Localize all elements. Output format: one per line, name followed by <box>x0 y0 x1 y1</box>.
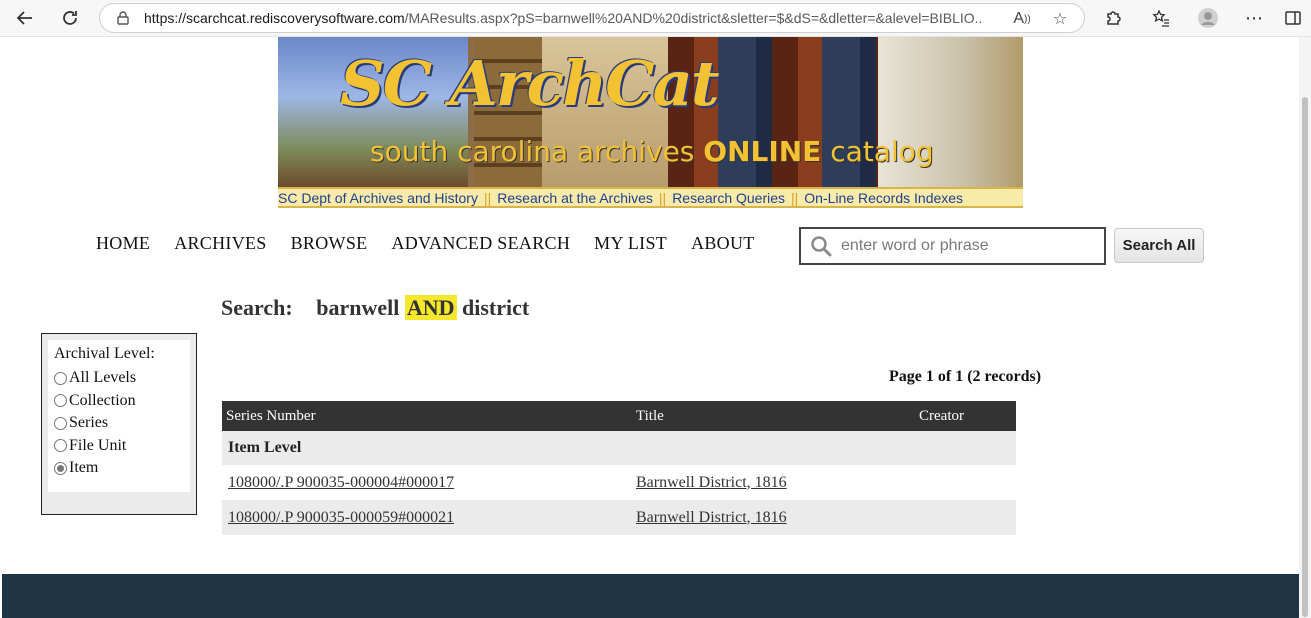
search-heading: Search: barnwell AND district <box>221 295 530 320</box>
favorite-star-icon[interactable]: ☆ <box>1048 7 1072 31</box>
radio-icon[interactable] <box>54 371 67 385</box>
favorites-list-icon[interactable] <box>1146 4 1176 32</box>
radio-icon[interactable] <box>54 394 67 408</box>
filter-option-file-unit[interactable]: File Unit <box>54 435 184 458</box>
filter-option-collection[interactable]: Collection <box>54 390 184 413</box>
series-number-link[interactable]: 108000/.P 900035-000004#000017 <box>228 474 454 491</box>
nav-my-list[interactable]: MY LIST <box>594 233 667 254</box>
search-icon <box>809 234 833 258</box>
search-all-button[interactable]: Search All <box>1114 228 1204 263</box>
link-sc-dept-archives[interactable]: SC Dept of Archives and History <box>278 190 478 206</box>
lock-icon[interactable] <box>116 11 130 25</box>
nav-about[interactable]: ABOUT <box>691 233 755 254</box>
more-menu-icon[interactable]: ⋯ <box>1239 4 1269 32</box>
filter-option-series[interactable]: Series <box>54 412 184 435</box>
site-logo: SC ArchCat <box>340 47 719 120</box>
scrollbar-thumb[interactable] <box>1302 97 1308 617</box>
page-content: SC ArchCat south carolina archives ONLIN… <box>2 37 1299 618</box>
profile-avatar-icon[interactable] <box>1193 4 1223 32</box>
radio-icon[interactable] <box>54 416 67 430</box>
page-scrollbar[interactable] <box>1299 37 1311 618</box>
extensions-icon[interactable] <box>1098 4 1128 32</box>
filter-option-all-levels[interactable]: All Levels <box>54 367 184 390</box>
copilot-icon[interactable] <box>1278 4 1308 32</box>
browser-toolbar: https://scarchcat.rediscoverysoftware.co… <box>0 0 1311 37</box>
read-aloud-icon[interactable]: A)) <box>1010 7 1034 31</box>
search-box <box>799 227 1106 265</box>
search-operator-highlight: AND <box>404 295 457 320</box>
archival-level-filter: Archival Level: All Levels Collection Se… <box>41 333 197 515</box>
radio-icon[interactable] <box>54 439 67 453</box>
nav-advanced-search[interactable]: ADVANCED SEARCH <box>391 233 570 254</box>
series-number-link[interactable]: 108000/.P 900035-000059#000021 <box>228 509 454 526</box>
main-nav: HOME ARCHIVES BROWSE ADVANCED SEARCH MY … <box>96 233 755 254</box>
nav-archives[interactable]: ARCHIVES <box>174 233 266 254</box>
link-research-queries[interactable]: Research Queries <box>672 190 785 206</box>
radio-selected-icon[interactable] <box>54 461 67 475</box>
link-online-records-indexes[interactable]: On-Line Records Indexes <box>804 190 963 206</box>
pagination-status: Page 1 of 1 (2 records) <box>889 368 1042 385</box>
reload-icon[interactable] <box>55 4 85 32</box>
table-header: Series Number Title Creator <box>222 401 1016 431</box>
column-series-number[interactable]: Series Number <box>222 408 636 425</box>
title-link[interactable]: Barnwell District, 1816 <box>636 509 787 526</box>
search-input[interactable] <box>841 237 1101 255</box>
banner-links: SC Dept of Archives and History || Resea… <box>278 187 1023 208</box>
table-row: 108000/.P 900035-000059#000021 Barnwell … <box>222 500 1016 535</box>
group-label: Item Level <box>222 431 1016 465</box>
table-row: 108000/.P 900035-000004#000017 Barnwell … <box>222 465 1016 500</box>
filter-option-item[interactable]: Item <box>54 457 184 480</box>
nav-browse[interactable]: BROWSE <box>291 233 368 254</box>
address-bar[interactable]: https://scarchcat.rediscoverysoftware.co… <box>99 3 1085 33</box>
column-title[interactable]: Title <box>636 408 919 425</box>
back-arrow-icon[interactable] <box>10 4 40 32</box>
title-link[interactable]: Barnwell District, 1816 <box>636 474 787 491</box>
link-research-at-archives[interactable]: Research at the Archives <box>497 190 653 206</box>
filter-title: Archival Level: <box>54 345 155 362</box>
results-table: Series Number Title Creator Item Level 1… <box>222 401 1016 535</box>
site-tagline: south carolina archives ONLINE catalog <box>370 135 934 168</box>
nav-home[interactable]: HOME <box>96 233 150 254</box>
url-text[interactable]: https://scarchcat.rediscoverysoftware.co… <box>144 10 984 26</box>
column-creator[interactable]: Creator <box>919 408 1016 425</box>
banner-image[interactable]: SC ArchCat south carolina archives ONLIN… <box>278 37 1023 187</box>
page-footer <box>2 574 1299 618</box>
